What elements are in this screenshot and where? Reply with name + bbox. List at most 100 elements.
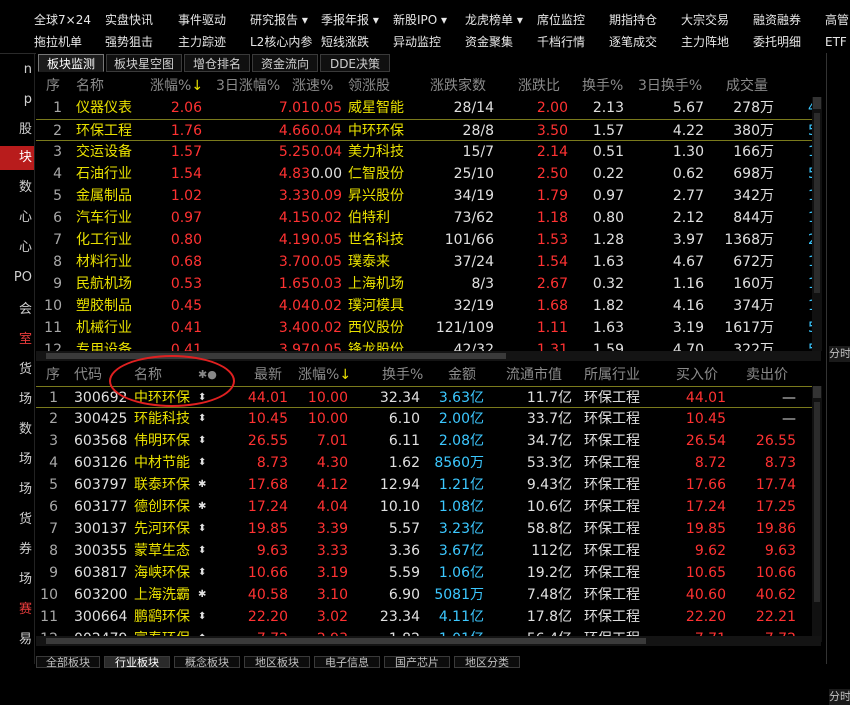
sidebar-item[interactable]: 数 [0, 178, 34, 198]
menu-item[interactable]: 期指持仓 [609, 9, 657, 31]
col-header[interactable]: 代码 [74, 364, 102, 386]
col-header[interactable]: 换手% [382, 364, 423, 386]
sidebar-item[interactable]: p [0, 90, 34, 110]
sidebar-item[interactable]: 室 [0, 330, 34, 350]
bottom-tab[interactable]: 地区分类 [454, 656, 520, 669]
menu-item[interactable]: 资金聚集 [465, 31, 513, 53]
table-row[interactable]: 7 300137 先河环保 ⬍ 19.85 3.39 5.57 3.23亿 58.8亿 环保工程 1… [36, 518, 821, 540]
sidebar-item-active[interactable]: 块 [0, 146, 34, 170]
menu-item[interactable]: 主力踪迹 [178, 31, 226, 53]
menu-item[interactable]: 事件驱动 [178, 9, 226, 31]
col-header[interactable]: 最新 [254, 364, 282, 386]
table-row[interactable]: 5 金属制品 1.02 3.33 0.09 昇兴股份 34/19 1.79 0.97 2.77 34… [36, 185, 821, 207]
menu-item[interactable]: 融资融券 [753, 9, 801, 31]
menu-item[interactable]: 短线涨跌 [321, 31, 369, 53]
table-row[interactable]: 9 民航机场 0.53 1.65 0.03 上海机场 8/3 2.67 0.32 1.16 160万… [36, 273, 821, 295]
scroll-up-arrow[interactable] [813, 97, 821, 109]
lower-h-scrollbar[interactable] [36, 636, 821, 646]
col-header[interactable]: 流通市值 [506, 364, 562, 386]
menu-item[interactable]: 季报年报 ▾ [321, 9, 379, 31]
menu-item[interactable]: 龙虎榜单 ▾ [465, 9, 523, 31]
sidebar-item[interactable]: 心 [0, 238, 34, 258]
col-header[interactable]: 领涨股 [348, 75, 390, 97]
tab-board-monitor[interactable]: 板块监测 [38, 54, 104, 72]
sidebar-item[interactable]: 赛 [0, 600, 34, 620]
menu-item[interactable]: 研究报告 ▾ [250, 9, 308, 31]
sidebar-item[interactable]: 心 [0, 208, 34, 228]
table-row[interactable]: 5 603797 联泰环保 ✱ 17.68 4.12 12.94 1.21亿 9.43亿 环保工程… [36, 474, 821, 496]
col-header[interactable]: 卖出价 [746, 364, 788, 386]
table-row[interactable]: 1 仪器仪表 2.06 7.01 0.05 威星智能 28/14 2.00 2.13 5.67 27… [36, 97, 821, 119]
table-row[interactable]: 11 300664 鹏鹞环保 ⬍ 22.20 3.02 23.34 4.11亿 17.8亿 环保工… [36, 606, 821, 628]
col-header[interactable]: 所属行业 [584, 364, 640, 386]
table-row[interactable]: 9 603817 海峡环保 ⬍ 10.66 3.19 5.59 1.06亿 19.2亿 环保工程 1… [36, 562, 821, 584]
upper-v-scrollbar[interactable] [812, 97, 822, 351]
col-header[interactable]: 涨速% [292, 75, 333, 97]
table-row[interactable]: 8 材料行业 0.68 3.70 0.05 璞泰来 37/24 1.54 1.63 4.67 672… [36, 251, 821, 273]
scroll-up-arrow[interactable] [813, 386, 821, 398]
col-header[interactable]: 3日换手% [638, 75, 702, 97]
table-row[interactable]: 3 交运设备 1.57 5.25 0.04 美力科技 15/7 2.14 0.51 1.30 166… [36, 141, 821, 163]
menu-item[interactable]: 千档行情 [537, 31, 585, 53]
scroll-thumb[interactable] [46, 353, 506, 359]
menu-item[interactable]: 新股IPO ▾ [393, 9, 447, 31]
lower-v-scrollbar[interactable] [812, 386, 822, 642]
col-header[interactable]: 涨幅%↓ [150, 75, 203, 97]
right-panel-tab-top[interactable]: 分时 [829, 346, 850, 362]
table-row[interactable]: 8 300355 蒙草生态 ⬍ 9.63 3.33 3.36 3.67亿 112亿 环保工程 9.6… [36, 540, 821, 562]
col-header[interactable]: 金额 [448, 364, 476, 386]
sidebar-item[interactable]: 数 [0, 420, 34, 440]
menu-item[interactable]: 大宗交易 [681, 9, 729, 31]
sidebar-item[interactable]: 会 [0, 300, 34, 320]
table-row[interactable]: 11 机械行业 0.41 3.40 0.02 西仪股份 121/109 1.11 1.63 3.1… [36, 317, 821, 339]
col-header[interactable]: 名称 [76, 75, 104, 97]
col-header[interactable]: 成交量 [726, 75, 768, 97]
bottom-tab[interactable]: 国产芯片 [384, 656, 450, 669]
bottom-tab[interactable]: 电子信息 [314, 656, 380, 669]
sidebar-item[interactable]: 场 [0, 450, 34, 470]
sidebar-item[interactable]: PO [0, 268, 34, 288]
menu-item[interactable]: 委托明细 [753, 31, 801, 53]
menu-item[interactable]: 高管 [825, 9, 849, 31]
bottom-tab[interactable]: 全部板块 [36, 656, 100, 669]
sidebar-item[interactable]: n [0, 60, 34, 80]
col-header[interactable]: 买入价 [676, 364, 718, 386]
scroll-thumb[interactable] [814, 113, 820, 293]
menu-item[interactable]: 拖拉机单 [34, 31, 82, 53]
table-row[interactable]: 6 汽车行业 0.97 4.15 0.02 伯特利 73/62 1.18 0.80 2.12 844… [36, 207, 821, 229]
tab-board-starmap[interactable]: 板块星空图 [106, 54, 182, 72]
col-header[interactable]: 换手% [582, 75, 623, 97]
tab-position-rank[interactable]: 增仓排名 [184, 54, 250, 72]
col-header[interactable]: 序 [46, 364, 60, 386]
col-header[interactable]: 序 [46, 75, 60, 97]
sidebar-item[interactable]: 货 [0, 360, 34, 380]
menu-item[interactable]: 全球7×24 [34, 9, 91, 31]
tab-dde[interactable]: DDE决策 [320, 54, 390, 72]
sidebar-item[interactable]: 券 [0, 540, 34, 560]
menu-item[interactable]: ETF [825, 31, 847, 53]
sidebar-item[interactable]: 易 [0, 630, 34, 650]
table-row[interactable]: 7 化工行业 0.80 4.19 0.05 世名科技 101/66 1.53 1.28 3.97 1… [36, 229, 821, 251]
sidebar-item[interactable]: 场 [0, 570, 34, 590]
col-header[interactable]: 涨幅%↓ [298, 364, 351, 386]
menu-item[interactable]: 强势狙击 [105, 31, 153, 53]
scroll-thumb[interactable] [814, 402, 820, 602]
menu-item[interactable]: 异动监控 [393, 31, 441, 53]
tab-fund-flow[interactable]: 资金流向 [252, 54, 318, 72]
table-row[interactable]: 3 603568 伟明环保 ⬍ 26.55 7.01 6.11 2.08亿 34.7亿 环保工程 2… [36, 430, 821, 452]
menu-item[interactable]: 席位监控 [537, 9, 585, 31]
table-row[interactable]: 10 603200 上海洗霸 ✱ 40.58 3.10 6.90 5081万 7.48亿 环保工程… [36, 584, 821, 606]
sidebar-item[interactable]: 货 [0, 510, 34, 530]
right-panel-tab-bottom[interactable]: 分时 [829, 689, 850, 705]
col-header[interactable]: 3日涨幅% [216, 75, 280, 97]
col-header[interactable]: 涨跌家数 [430, 75, 486, 97]
bottom-tab-active[interactable]: 行业板块 [104, 656, 170, 669]
sidebar-item[interactable]: 股 [0, 120, 34, 140]
sidebar-item[interactable]: 场 [0, 390, 34, 410]
menu-item[interactable]: L2核心内参 [250, 31, 312, 53]
bottom-tab[interactable]: 地区板块 [244, 656, 310, 669]
table-row[interactable]: 6 603177 德创环保 ✱ 17.24 4.04 10.10 1.08亿 10.6亿 环保工程… [36, 496, 821, 518]
menu-item[interactable]: 逐笔成交 [609, 31, 657, 53]
table-row[interactable]: 4 石油行业 1.54 4.83 0.00 仁智股份 25/10 2.50 0.22 0.62 69… [36, 163, 821, 185]
col-header[interactable]: 涨跌比 [518, 75, 560, 97]
